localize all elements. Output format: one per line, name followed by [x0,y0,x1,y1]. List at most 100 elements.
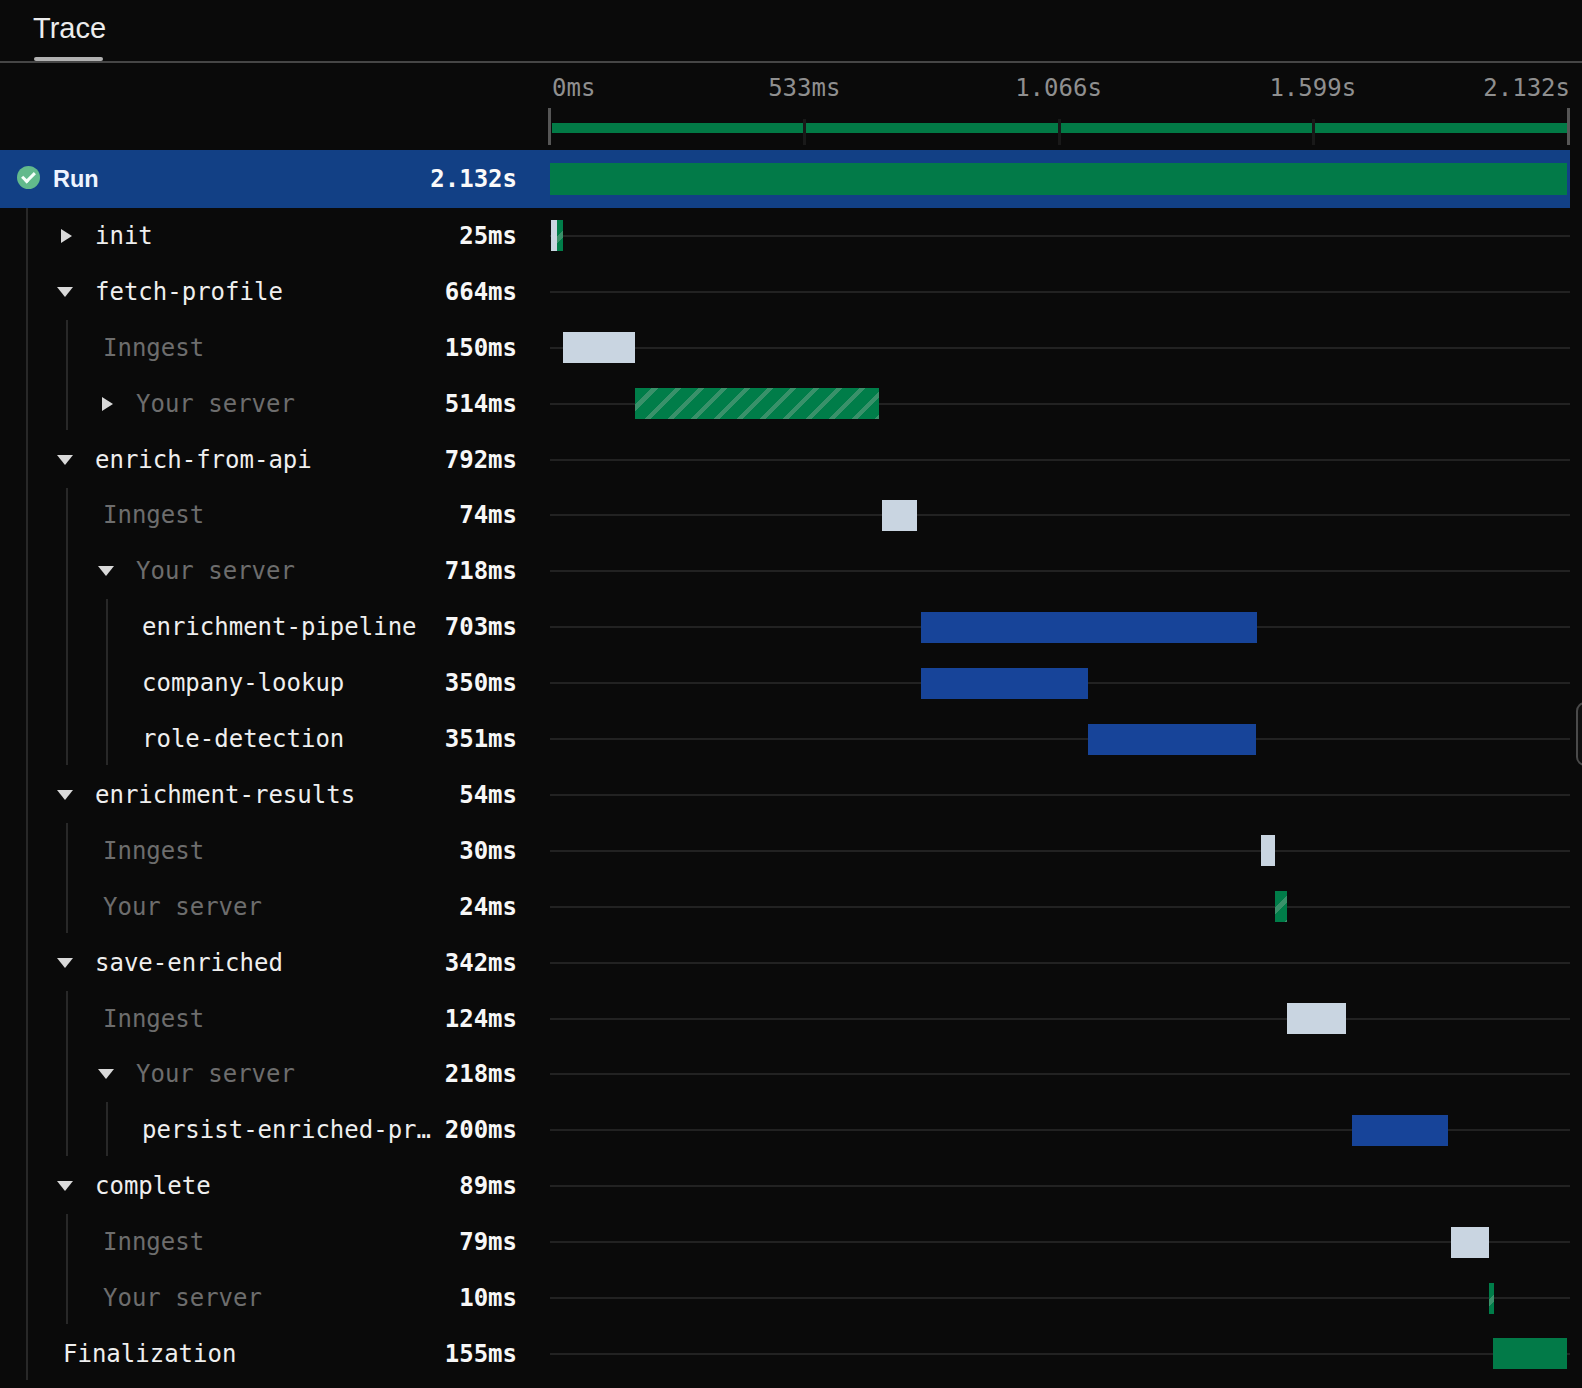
row-gridline [550,738,1570,740]
span-bar-queue[interactable] [1261,835,1275,866]
trace-row-inngest[interactable]: Inngest74ms [0,488,1570,544]
span-duration: 74ms [0,488,517,544]
span-bar-blue[interactable] [1352,1115,1447,1146]
trace-row-init[interactable]: init25ms [0,208,1570,264]
row-gridline [550,1353,1570,1355]
row-gridline [550,514,1570,516]
span-duration: 664ms [0,264,517,320]
span-bar-hatch[interactable] [1489,1283,1494,1314]
ruler-tick-label: 533ms [768,74,840,102]
span-bar-hatch[interactable] [635,388,879,419]
ruler-tick-mark [1567,108,1570,145]
span-duration: 718ms [0,543,517,599]
row-gridline [550,570,1570,572]
row-gridline [550,1018,1570,1020]
span-duration: 25ms [0,208,517,264]
row-gridline [550,962,1570,964]
trace-row-enrichment-pipeline[interactable]: enrichment-pipeline703ms [0,599,1570,655]
row-gridline [550,906,1570,908]
span-bar-queue[interactable] [882,500,917,531]
tab-trace[interactable]: Trace [33,12,106,45]
span-duration: 514ms [0,376,517,432]
trace-row-save-enriched[interactable]: save-enriched342ms [0,935,1570,991]
trace-row-inngest[interactable]: Inngest79ms [0,1214,1570,1270]
span-bar-green[interactable] [1493,1338,1567,1369]
run-row[interactable]: Run 2.132s [0,150,1570,208]
row-gridline [550,347,1570,349]
trace-row-your-server[interactable]: Your server24ms [0,879,1570,935]
span-bar-queue[interactable] [1451,1227,1489,1258]
span-bar-hatch[interactable] [1275,891,1287,922]
span-duration: 30ms [0,823,517,879]
span-bar-blue[interactable] [921,612,1257,643]
ruler-tick-label: 1.066s [1015,74,1102,102]
ruler-tick-mark [548,108,551,145]
trace-row-inngest[interactable]: Inngest124ms [0,991,1570,1047]
span-duration: 150ms [0,320,517,376]
timeline-ruler: 0ms 533ms 1.066s 1.599s 2.132s [0,63,1582,150]
tree-guide-line [66,320,68,430]
row-gridline [550,794,1570,796]
trace-row-fetch-profile[interactable]: fetch-profile664ms [0,264,1570,320]
tree-guide-line [26,208,28,1380]
span-duration: 350ms [0,655,517,711]
trace-row-your-server[interactable]: Your server10ms [0,1270,1570,1326]
ruler-tick-label: 2.132s [1483,74,1570,102]
row-gridline [550,459,1570,461]
tab-bar: Trace [0,0,1582,63]
span-duration: 54ms [0,767,517,823]
span-duration: 351ms [0,711,517,767]
run-bar[interactable] [550,163,1567,195]
trace-row-your-server[interactable]: Your server514ms [0,376,1570,432]
row-gridline [550,291,1570,293]
tab-active-indicator [34,57,103,61]
trace-row-enrich-from-api[interactable]: enrich-from-api792ms [0,432,1570,488]
tree-guide-line [66,823,68,933]
span-duration: 155ms [0,1326,517,1382]
ruler-tick-label: 0ms [552,74,595,102]
trace-row-persist-enriched-pr[interactable]: persist-enriched-pr…200ms [0,1102,1570,1158]
trace-row-complete[interactable]: complete89ms [0,1158,1570,1214]
span-bar-hatch[interactable] [557,220,563,251]
span-duration: 10ms [0,1270,517,1326]
trace-row-inngest[interactable]: Inngest30ms [0,823,1570,879]
row-gridline [550,1185,1570,1187]
span-bar-blue[interactable] [921,668,1088,699]
tree-guide-line [106,1102,108,1156]
trace-row-company-lookup[interactable]: company-lookup350ms [0,655,1570,711]
trace-rows: init25msfetch-profile664msInngest150msYo… [0,208,1582,1382]
span-bar-queue[interactable] [1287,1003,1346,1034]
scrollbar-thumb[interactable] [1576,702,1582,766]
trace-row-enrichment-results[interactable]: enrichment-results54ms [0,767,1570,823]
row-gridline [550,1241,1570,1243]
row-gridline [550,850,1570,852]
span-duration: 703ms [0,599,517,655]
run-duration: 2.132s [0,150,517,208]
span-duration: 89ms [0,1158,517,1214]
span-duration: 124ms [0,991,517,1047]
trace-row-your-server[interactable]: Your server218ms [0,1047,1570,1103]
span-duration: 218ms [0,1047,517,1103]
tree-guide-line [106,599,108,765]
ruler-tick-mark [1058,119,1061,145]
ruler-tick-mark [803,119,806,145]
row-gridline [550,1297,1570,1299]
span-bar-queue[interactable] [563,332,635,363]
trace-row-role-detection[interactable]: role-detection351ms [0,711,1570,767]
ruler-tick-mark [1312,119,1315,145]
span-duration: 200ms [0,1102,517,1158]
span-duration: 792ms [0,432,517,488]
tree-guide-line [66,488,68,766]
span-bar-blue[interactable] [1088,724,1256,755]
span-duration: 24ms [0,879,517,935]
trace-row-your-server[interactable]: Your server718ms [0,543,1570,599]
row-gridline [550,235,1570,237]
span-duration: 342ms [0,935,517,991]
trace-row-inngest[interactable]: Inngest150ms [0,320,1570,376]
tree-guide-line [66,1214,68,1324]
trace-row-finalization[interactable]: Finalization155ms [0,1326,1570,1382]
tree-guide-line [66,991,68,1157]
span-duration: 79ms [0,1214,517,1270]
ruler-tick-label: 1.599s [1269,74,1356,102]
row-gridline [550,1073,1570,1075]
